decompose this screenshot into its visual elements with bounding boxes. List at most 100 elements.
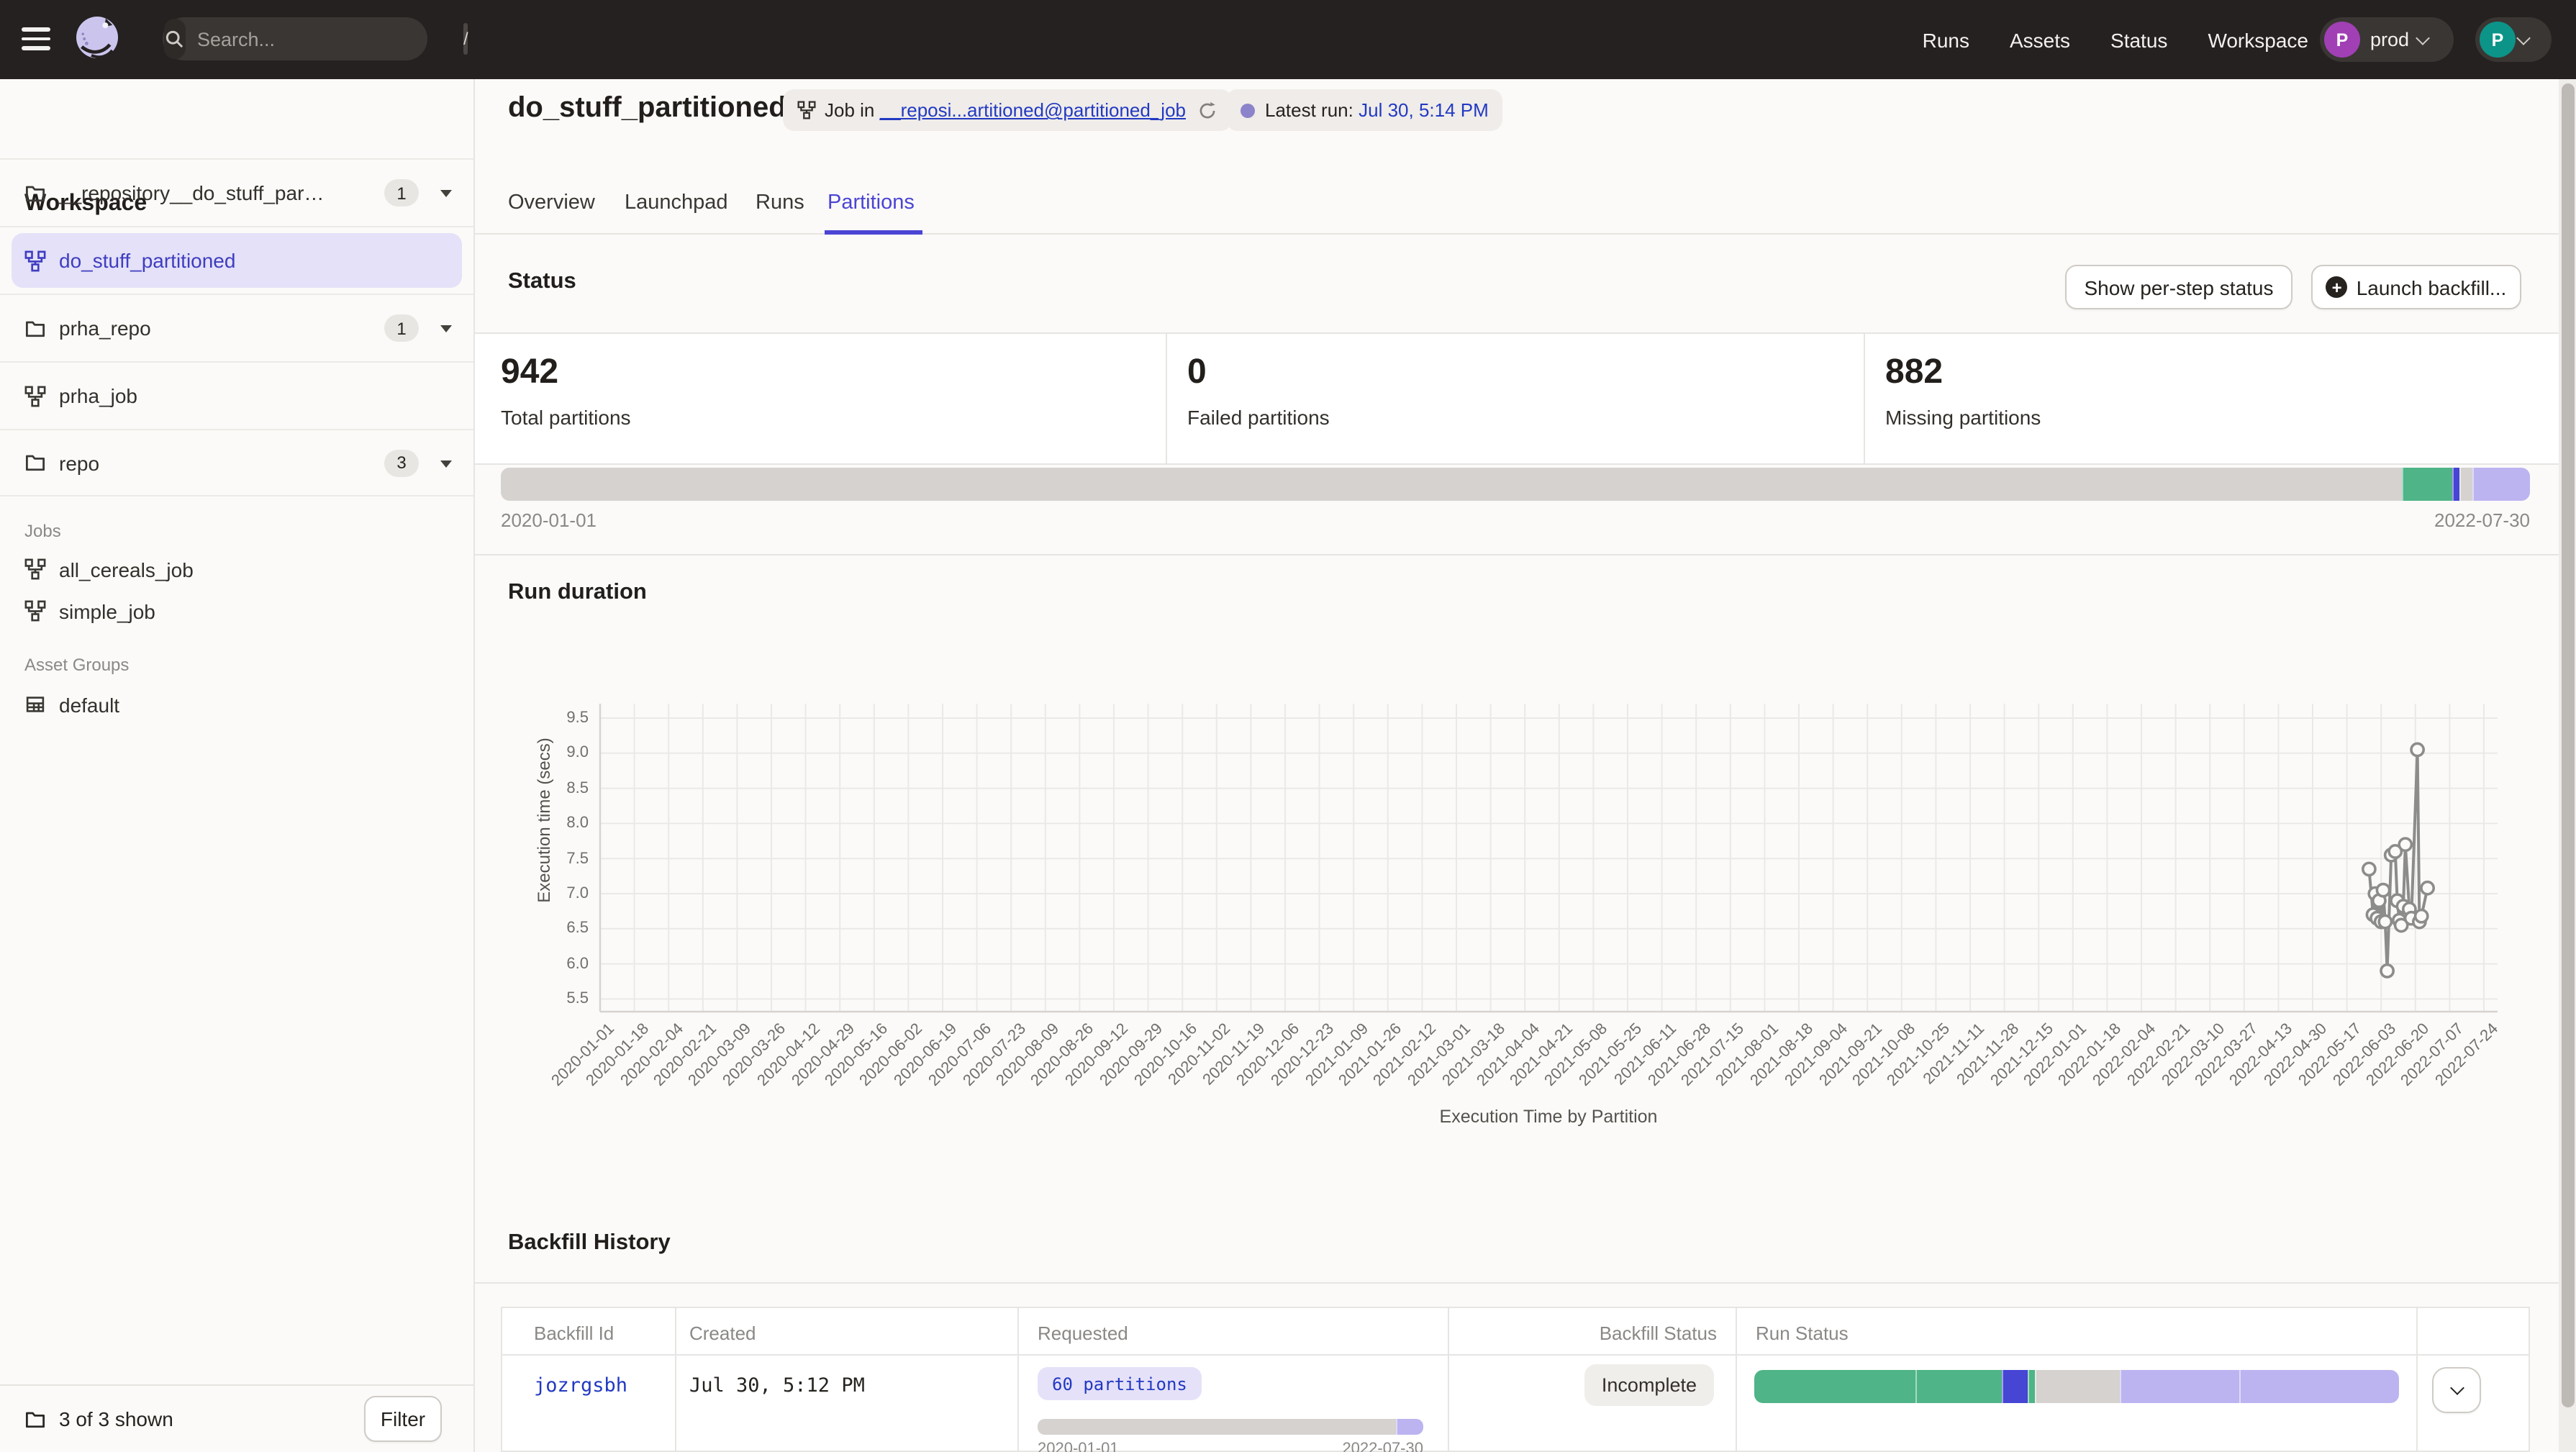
nav-link-workspace[interactable]: Workspace [2208, 28, 2308, 51]
caret-down-icon[interactable] [440, 190, 452, 197]
sidebar-item-label: repo [59, 451, 99, 474]
jobs-section-label: Jobs [24, 521, 61, 541]
data-point[interactable] [2411, 743, 2423, 756]
sidebar-item-repo[interactable]: repo 3 [0, 429, 473, 496]
folder-icon [24, 182, 46, 204]
search-shortcut-key: / [463, 23, 468, 55]
main-content: do_stuff_partitioned Job in __reposi...a… [475, 79, 2559, 1452]
caret-down-icon[interactable] [440, 460, 452, 467]
bar-segment [2035, 1370, 2119, 1403]
search-icon [164, 19, 186, 59]
backfill-created: Jul 30, 5:12 PM [689, 1374, 865, 1397]
col-requested: Requested [1038, 1322, 1128, 1344]
divider [2416, 1308, 2418, 1451]
chevron-down-icon [2449, 1381, 2464, 1395]
sidebar-item-repository[interactable]: __repository__do_stuff_partitio... 1 [0, 158, 473, 226]
data-point[interactable] [2379, 915, 2391, 927]
sidebar-asset-group-default[interactable]: default [0, 684, 473, 725]
deployment-label: prod [2370, 29, 2409, 50]
dagster-app: / Runs Assets Status Workspace P prod P Wor… [0, 0, 2576, 1452]
sidebar-item-prha-repo[interactable]: prha_repo 1 [0, 294, 473, 361]
search-input[interactable] [186, 28, 463, 50]
data-point[interactable] [2416, 910, 2428, 922]
bar-segment [1754, 1370, 1916, 1403]
workspace-sidebar: Workspace __repository__do_stuff_partiti… [0, 79, 475, 1452]
divider [1017, 1308, 1019, 1451]
sidebar-item-prha-job[interactable]: prha_job [0, 361, 473, 429]
requested-partition-bar [1038, 1419, 1423, 1435]
divider [475, 1282, 2559, 1284]
y-tick-label: 7.5 [540, 850, 589, 867]
col-backfill-id: Backfill Id [534, 1322, 614, 1344]
col-backfill-status: Backfill Status [1449, 1322, 1717, 1344]
col-run-status: Run Status [1756, 1322, 1849, 1344]
data-point[interactable] [2421, 882, 2434, 894]
data-point[interactable] [2363, 863, 2375, 875]
item-count-badge: 1 [384, 314, 419, 342]
nav-link-status[interactable]: Status [2110, 28, 2167, 51]
global-search: / [163, 17, 427, 60]
filter-button[interactable]: Filter [364, 1396, 442, 1442]
data-point[interactable] [2377, 884, 2389, 897]
user-menu[interactable]: P [2475, 17, 2552, 62]
job-icon [24, 250, 46, 271]
topbar-nav: Runs Assets Status Workspace [1923, 0, 2308, 79]
bar-segment [2002, 1370, 2028, 1403]
backfill-id-link[interactable]: jozrgsbh [534, 1374, 627, 1397]
data-point[interactable] [2399, 838, 2411, 850]
nav-link-runs[interactable]: Runs [1923, 28, 1969, 51]
deployment-avatar: P [2324, 22, 2360, 58]
divider [1448, 1308, 1449, 1451]
y-tick-label: 8.0 [540, 815, 589, 832]
asset-groups-section-label: Asset Groups [24, 655, 129, 675]
asset-group-grid-icon [24, 694, 46, 715]
item-count-badge: 3 [384, 449, 419, 476]
hamburger-menu-icon[interactable] [22, 27, 50, 50]
job-icon [24, 385, 46, 407]
y-tick-label: 9.5 [540, 709, 589, 727]
sidebar-job-simple-job[interactable]: simple_job [0, 590, 473, 632]
bar-segment [1916, 1370, 2002, 1403]
divider [502, 1354, 2529, 1356]
repos-shown-count: 3 of 3 shown [59, 1407, 173, 1430]
sidebar-item-label: prha_repo [59, 317, 151, 340]
job-icon [24, 600, 46, 622]
item-count-badge: 1 [384, 179, 419, 207]
page-scrollbar-track[interactable] [2559, 79, 2576, 1452]
expand-row-button[interactable] [2432, 1367, 2481, 1413]
job-icon [24, 558, 46, 580]
folder-icon [24, 317, 46, 339]
user-avatar: P [2480, 22, 2516, 58]
sidebar-job-all-cereals[interactable]: all_cereals_job [0, 548, 473, 590]
dagster-logo-icon[interactable] [72, 13, 124, 65]
y-tick-label: 6.0 [540, 956, 589, 973]
sidebar-item-do-stuff-partitioned[interactable]: do_stuff_partitioned [0, 226, 473, 294]
y-tick-label: 5.5 [540, 990, 589, 1007]
bar-segment [2028, 1370, 2035, 1403]
bar-segment [1396, 1419, 1423, 1435]
divider [675, 1308, 676, 1451]
requested-partitions-badge[interactable]: 60 partitions [1038, 1367, 1202, 1400]
bar-segment [2119, 1370, 2239, 1403]
y-tick-label: 8.5 [540, 780, 589, 797]
data-point[interactable] [2381, 965, 2393, 977]
nav-link-assets[interactable]: Assets [2010, 28, 2070, 51]
deployment-switcher[interactable]: P prod [2320, 17, 2454, 62]
chart-caption: Execution Time by Partition [600, 1107, 2497, 1127]
backfill-history-table: Backfill Id Created Requested Backfill S… [501, 1307, 2530, 1452]
divider [1736, 1308, 1737, 1451]
sidebar-job-label: all_cereals_job [59, 558, 194, 581]
run-status-bar[interactable] [1754, 1370, 2399, 1403]
top-navigation-bar: / Runs Assets Status Workspace P prod P [0, 0, 2576, 79]
caret-down-icon[interactable] [440, 325, 452, 332]
page-scrollbar-thumb[interactable] [2561, 83, 2574, 1407]
backfill-status-badge: Incomplete [1584, 1364, 1714, 1406]
folder-icon [24, 1408, 46, 1430]
bar-segment [2239, 1370, 2399, 1403]
sidebar-footer: 3 of 3 shown Filter [0, 1384, 473, 1452]
chevron-down-icon [2516, 30, 2531, 45]
sidebar-asset-group-label: default [59, 693, 119, 716]
requested-range-start: 2020-01-01 [1038, 1440, 1119, 1452]
sidebar-job-label: simple_job [59, 599, 155, 622]
col-created: Created [689, 1322, 756, 1344]
